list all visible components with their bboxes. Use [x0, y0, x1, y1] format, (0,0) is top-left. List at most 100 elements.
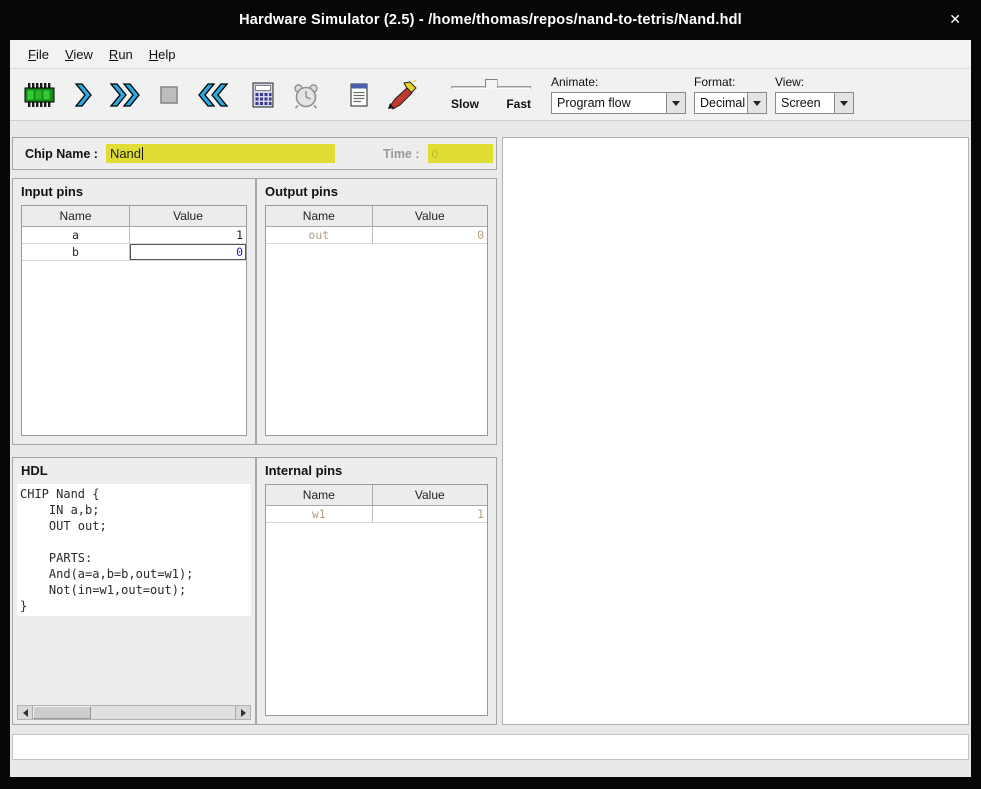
input-pins-panel: Input pins Name Value a 1 — [12, 178, 256, 445]
view-selected-value: Screen — [776, 93, 834, 113]
output-pins-title: Output pins — [257, 179, 496, 202]
pin-row-out: out 0 — [266, 226, 487, 243]
rewind-icon — [194, 81, 230, 109]
menu-help[interactable]: Help — [141, 43, 184, 66]
column-header-value: Value — [130, 206, 246, 226]
scroll-left-icon[interactable] — [18, 706, 33, 719]
menu-view[interactable]: View — [57, 43, 101, 66]
hdl-horizontal-scrollbar[interactable] — [17, 705, 251, 720]
pin-value: 1 — [372, 505, 487, 522]
pin-row-w1: w1 1 — [266, 505, 487, 522]
column-header-value: Value — [372, 485, 487, 505]
menu-run[interactable]: Run — [101, 43, 141, 66]
format-select[interactable]: Decimal — [694, 92, 767, 114]
title-bar: Hardware Simulator (2.5) - /home/thomas/… — [0, 0, 981, 40]
reset-button[interactable] — [192, 73, 232, 117]
output-pins-viewport: Name Value out 0 — [265, 205, 488, 436]
chip-header-panel: Chip Name : Nand Time : 0 — [12, 137, 497, 170]
window-title: Hardware Simulator (2.5) - /home/thomas/… — [239, 12, 742, 28]
slider-slow-label: Slow — [451, 97, 479, 111]
animate-label: Animate: — [551, 75, 686, 89]
eval-button[interactable] — [243, 73, 283, 117]
chip-display-area — [502, 137, 969, 725]
run-button[interactable] — [106, 73, 146, 117]
pin-value-editing[interactable]: 0 — [130, 243, 246, 260]
internal-pins-title: Internal pins — [257, 458, 496, 481]
close-icon[interactable]: ✕ — [949, 12, 961, 26]
view-label: View: — [775, 75, 854, 89]
document-icon — [347, 81, 371, 109]
load-chip-button[interactable] — [20, 73, 60, 117]
pin-name: a — [22, 226, 130, 243]
internal-pins-table: Name Value w1 1 — [266, 485, 487, 523]
internal-pins-panel: Internal pins Name Value w1 1 — [256, 457, 497, 725]
internal-pins-viewport: Name Value w1 1 — [265, 484, 488, 716]
menu-run-rest: un — [118, 47, 132, 62]
menu-file-rest: ile — [36, 47, 49, 62]
menu-bar: File View Run Help — [10, 40, 971, 69]
menu-run-mnemonic: R — [109, 47, 118, 62]
chevron-down-icon[interactable] — [747, 93, 766, 113]
format-control: Format: Decimal — [694, 75, 767, 114]
pin-row-b: b 0 — [22, 243, 246, 260]
time-label: Time : — [383, 147, 420, 161]
chip-name-value: Nand — [110, 146, 143, 161]
status-bar — [12, 734, 969, 760]
menu-help-mnemonic: H — [149, 47, 158, 62]
column-header-name: Name — [266, 485, 372, 505]
output-pins-table: Name Value out 0 — [266, 206, 487, 244]
pin-name: out — [266, 226, 372, 243]
step-forward-icon — [70, 81, 96, 109]
scroll-right-icon[interactable] — [235, 706, 250, 719]
main-content: Chip Name : Nand Time : 0 Input pins Nam… — [10, 121, 971, 777]
brush-icon — [386, 80, 418, 110]
menu-file[interactable]: File — [20, 43, 57, 66]
animate-selected-value: Program flow — [552, 93, 666, 113]
chip-name-label: Chip Name : — [25, 147, 98, 161]
single-step-button[interactable] — [63, 73, 103, 117]
pin-row-a: a 1 — [22, 226, 246, 243]
hdl-panel: HDL CHIP Nand { IN a,b; OUT out; PARTS: … — [12, 457, 256, 725]
toolbar: Slow Fast Animate: Program flow Format: … — [10, 69, 971, 121]
time-field: 0 — [428, 144, 493, 163]
chevron-down-icon[interactable] — [666, 93, 685, 113]
scrollbar-thumb[interactable] — [33, 706, 91, 719]
input-pins-viewport: Name Value a 1 b 0 — [21, 205, 247, 436]
column-header-value: Value — [372, 206, 487, 226]
clear-button[interactable] — [382, 73, 422, 117]
clock-button[interactable] — [286, 73, 326, 117]
view-select[interactable]: Screen — [775, 92, 854, 114]
input-pins-table: Name Value a 1 b 0 — [22, 206, 246, 261]
pin-name: b — [22, 243, 130, 260]
speed-slider[interactable]: Slow Fast — [451, 79, 531, 111]
menu-help-rest: elp — [158, 47, 175, 62]
clock-icon — [292, 81, 320, 109]
pin-value: 0 — [372, 226, 487, 243]
fast-forward-icon — [108, 81, 144, 109]
calculator-icon — [250, 81, 276, 109]
menu-view-rest: iew — [73, 47, 93, 62]
slider-thumb[interactable] — [485, 79, 498, 92]
chip-icon — [23, 81, 57, 109]
column-header-name: Name — [22, 206, 130, 226]
script-button[interactable] — [339, 73, 379, 117]
format-selected-value: Decimal — [695, 93, 747, 113]
view-control: View: Screen — [775, 75, 854, 114]
slider-fast-label: Fast — [506, 97, 531, 111]
app-window: File View Run Help — [10, 40, 971, 777]
stop-icon — [156, 82, 182, 108]
chip-name-input[interactable]: Nand — [106, 144, 335, 163]
hdl-title: HDL — [13, 458, 255, 481]
pin-name: w1 — [266, 505, 372, 522]
hdl-code[interactable]: CHIP Nand { IN a,b; OUT out; PARTS: And(… — [17, 484, 251, 616]
input-pins-title: Input pins — [13, 179, 255, 202]
output-pins-panel: Output pins Name Value out 0 — [256, 178, 497, 445]
animate-control: Animate: Program flow — [551, 75, 686, 114]
stop-button[interactable] — [149, 73, 189, 117]
animate-select[interactable]: Program flow — [551, 92, 686, 114]
menu-file-mnemonic: F — [28, 47, 36, 62]
chevron-down-icon[interactable] — [834, 93, 853, 113]
pin-value[interactable]: 1 — [130, 226, 246, 243]
column-header-name: Name — [266, 206, 372, 226]
format-label: Format: — [694, 75, 767, 89]
